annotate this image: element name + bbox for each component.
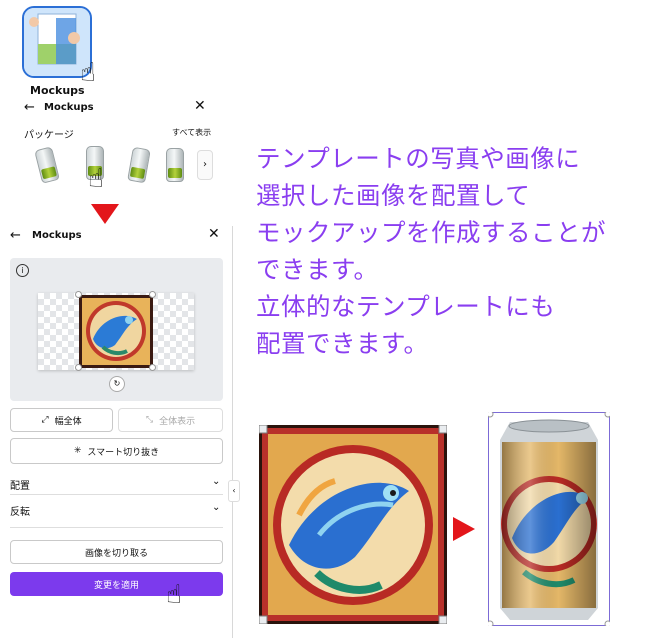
close-icon[interactable]: ✕: [208, 226, 220, 242]
caption-line: テンプレートの写真や画像に: [256, 144, 581, 173]
app-label: Mockups: [30, 84, 85, 97]
chevron-down-icon[interactable]: ⌄: [212, 476, 220, 487]
stained-glass-fish-thumbnail[interactable]: [79, 295, 153, 368]
fit-width-label: 幅全体: [54, 416, 82, 427]
pointer-hand-icon: ☝: [166, 580, 182, 610]
right-arrow-icon: [453, 517, 475, 541]
caption-line: 選択した画像を配置して: [256, 181, 531, 210]
arrange-label: 配置: [10, 481, 30, 492]
flip-label: 反転: [10, 507, 30, 518]
rotate-icon[interactable]: ↻: [109, 376, 125, 392]
caption-line: 配置できます。: [256, 329, 429, 358]
back-arrow-icon[interactable]: ←: [24, 100, 35, 115]
resize-handle[interactable]: [149, 364, 156, 371]
show-all-button[interactable]: ⤡ 全体表示: [118, 408, 223, 432]
resize-handle[interactable]: [75, 291, 82, 298]
stained-glass-image[interactable]: [259, 425, 447, 624]
crop-image-label: 画像を切り取る: [84, 548, 148, 559]
show-all-label: 全体表示: [159, 416, 196, 427]
smart-crop-label: スマート切り抜き: [87, 447, 160, 458]
resize-handle[interactable]: [149, 291, 156, 298]
crop-image-button[interactable]: 画像を切り取る: [10, 540, 223, 564]
shrink-icon: ⤡: [145, 415, 154, 425]
can-mockup-image[interactable]: [488, 412, 610, 626]
divider: [10, 527, 223, 528]
description-caption: テンプレートの写真や画像に 選択した画像を配置して モックアップを作成することが…: [256, 140, 648, 362]
pointer-hand-icon: ☝: [88, 164, 104, 194]
smart-crop-button[interactable]: ✳ スマート切り抜き: [10, 438, 223, 464]
caption-line: できます。: [256, 255, 379, 284]
pointer-hand-icon: ☝: [80, 58, 96, 88]
close-icon[interactable]: ✕: [194, 98, 206, 114]
chevron-right-icon[interactable]: ›: [197, 150, 213, 180]
panel-title: Mockups: [32, 230, 82, 241]
package-thumbnail[interactable]: [166, 148, 184, 182]
down-arrow-icon: [91, 204, 119, 224]
see-all-link[interactable]: すべて表示: [172, 127, 211, 138]
apply-changes-button[interactable]: 変更を適用: [10, 572, 223, 596]
back-arrow-icon[interactable]: ←: [10, 228, 21, 243]
caption-line: 立体的なテンプレートにも: [256, 292, 556, 321]
divider: [10, 494, 223, 495]
panel-title: Mockups: [44, 102, 94, 113]
apply-changes-label: 変更を適用: [93, 580, 139, 591]
sparkle-icon: ✳: [73, 446, 82, 456]
info-icon[interactable]: i: [16, 264, 29, 277]
package-thumbnail[interactable]: [34, 146, 60, 184]
expand-icon: ⤢: [41, 415, 49, 425]
resize-handle[interactable]: [75, 364, 82, 371]
collapse-panel-handle[interactable]: ‹: [228, 480, 240, 502]
chevron-down-icon[interactable]: ⌄: [212, 502, 220, 513]
caption-line: モックアップを作成することが: [256, 218, 606, 247]
section-label: パッケージ: [24, 130, 74, 141]
fit-width-button[interactable]: ⤢ 幅全体: [10, 408, 113, 432]
panel-divider: [232, 226, 233, 638]
package-thumbnail[interactable]: [127, 146, 151, 184]
